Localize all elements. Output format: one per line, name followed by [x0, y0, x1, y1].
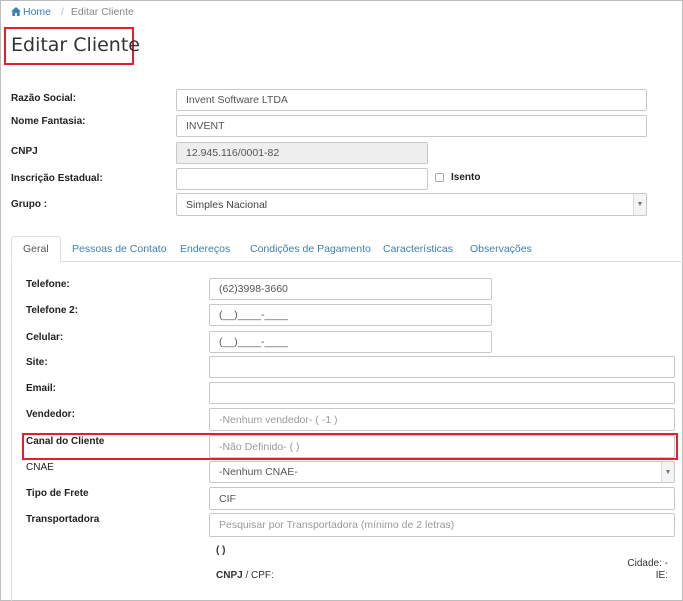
site-input[interactable]	[209, 356, 675, 378]
canal-label: Canal do Cliente	[26, 436, 105, 447]
vendedor-label: Vendedor:	[26, 409, 75, 420]
telefone2-input[interactable]: (__)____-____	[209, 304, 492, 326]
grupo-select[interactable]: Simples Nacional ▼	[176, 193, 647, 216]
isento-checkbox[interactable]	[435, 173, 444, 182]
cnpj-input: 12.945.116/0001-82	[176, 142, 428, 164]
tab-pessoas-de-contato[interactable]: Pessoas de Contato	[72, 236, 167, 262]
home-icon	[11, 7, 21, 16]
tab-caracteristicas[interactable]: Características	[383, 236, 453, 262]
email-input[interactable]	[209, 382, 675, 404]
telefone-label: Telefone:	[26, 279, 70, 290]
grupo-label: Grupo :	[11, 199, 48, 210]
celular-label: Celular:	[26, 332, 64, 343]
email-label: Email:	[26, 383, 57, 394]
cnpj-label: CNPJ	[11, 146, 38, 157]
telefone2-label: Telefone 2:	[26, 305, 79, 316]
chevron-down-icon: ▼	[633, 194, 646, 215]
isento-label: Isento	[451, 172, 481, 183]
tab-observacoes[interactable]: Observações	[470, 236, 532, 262]
celular-input[interactable]: (__)____-____	[209, 331, 492, 353]
transportadora-ie: IE:	[655, 570, 668, 581]
grupo-select-value: Simples Nacional	[186, 198, 268, 211]
site-label: Site:	[26, 357, 48, 368]
nome-fantasia-input[interactable]: INVENT	[176, 115, 647, 137]
nome-fantasia-label: Nome Fantasia:	[11, 116, 86, 127]
canal-input[interactable]: -Não Definido- ( )	[209, 435, 675, 458]
transportadora-cidade: Cidade: -	[627, 558, 668, 569]
tipo-frete-label: Tipo de Frete	[26, 488, 89, 499]
transportadora-input[interactable]: Pesquisar por Transportadora (mínimo de …	[209, 513, 675, 537]
vendedor-input[interactable]: -Nenhum vendedor- ( -1 )	[209, 408, 675, 431]
transportadora-cnpj-cpf: CNPJ / CPF:	[216, 570, 274, 581]
tab-condicoes-de-pagamento[interactable]: Condições de Pagamento	[250, 236, 371, 262]
cnpj-cpf-bold: CNPJ	[216, 570, 243, 581]
page-title: Editar Cliente	[11, 34, 140, 56]
cnae-select[interactable]: -Nenhum CNAE- ▼	[209, 461, 675, 483]
breadcrumb-home-label: Home	[23, 6, 52, 18]
cnpj-cpf-rest: / CPF:	[242, 570, 274, 581]
cnae-select-value: -Nenhum CNAE-	[219, 466, 298, 478]
telefone-input[interactable]: (62)3998-3660	[209, 278, 492, 300]
inscricao-estadual-input[interactable]	[176, 168, 428, 190]
breadcrumb-home-link[interactable]: Home	[11, 6, 54, 18]
razao-social-input[interactable]: Invent Software LTDA	[176, 89, 647, 111]
tab-enderecos[interactable]: Endereços	[180, 236, 230, 262]
inscricao-estadual-label: Inscrição Estadual:	[11, 173, 103, 184]
transportadora-label: Transportadora	[26, 514, 100, 525]
breadcrumb: Home / Editar Cliente	[11, 6, 134, 18]
cnae-label: CNAE	[26, 462, 54, 473]
razao-social-label: Razão Social:	[11, 93, 77, 104]
chevron-down-icon: ▼	[661, 462, 674, 482]
tipo-frete-input[interactable]: CIF	[209, 487, 675, 510]
breadcrumb-current: Editar Cliente	[70, 6, 134, 18]
breadcrumb-separator: /	[60, 6, 64, 18]
transportadora-name: ( )	[216, 545, 226, 556]
tab-geral[interactable]: Geral	[11, 236, 61, 262]
